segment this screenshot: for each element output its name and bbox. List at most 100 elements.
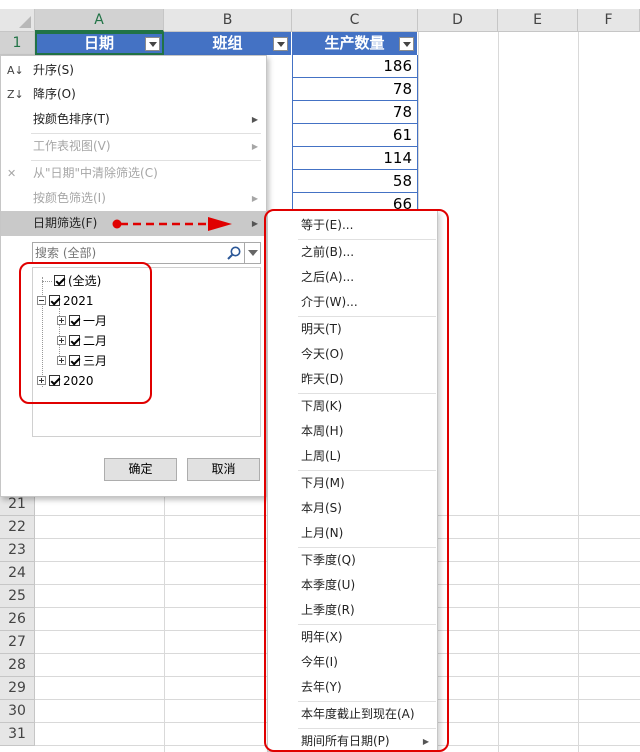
filter-search-box[interactable]: [32, 242, 261, 264]
row-header[interactable]: 28: [0, 654, 35, 677]
collapse-icon[interactable]: [37, 296, 46, 305]
date-filter-option[interactable]: 下季度(Q): [268, 548, 437, 573]
tree-item-jan[interactable]: 一月: [57, 311, 107, 331]
sort-descending-icon: Z↓: [7, 88, 24, 101]
checkbox-checked-icon[interactable]: [49, 375, 60, 386]
date-filter-option-label: 期间所有日期(P): [301, 734, 390, 748]
expand-icon[interactable]: [57, 356, 66, 365]
date-filter-option[interactable]: 上季度(R): [268, 598, 437, 623]
menu-date-filters[interactable]: 日期筛选(F) ▶: [1, 211, 266, 236]
header-cell-quantity[interactable]: 生产数量: [292, 32, 418, 55]
date-filter-option[interactable]: 本月(S): [268, 496, 437, 521]
date-filter-option-label: 之后(A)...: [301, 270, 355, 284]
quantity-cell[interactable]: 186: [292, 55, 418, 78]
column-header-c[interactable]: C: [292, 9, 418, 32]
quantity-cell[interactable]: 58: [292, 170, 418, 193]
date-filter-option-label: 介于(W)...: [301, 295, 358, 309]
checkbox-checked-icon[interactable]: [69, 355, 80, 366]
header-cell-team[interactable]: 班组: [164, 32, 292, 55]
autofilter-dropdown: A↓ 升序(S) Z↓ 降序(O) 按颜色排序(T) ▶ 工作表视图(V) ▶ …: [0, 55, 267, 497]
date-filter-option[interactable]: 上月(N): [268, 521, 437, 546]
filter-dropdown-button[interactable]: [273, 37, 288, 51]
search-mode-dropdown[interactable]: [244, 243, 260, 263]
menu-sort-by-color[interactable]: 按颜色排序(T) ▶: [1, 107, 266, 132]
date-filter-option[interactable]: 明天(T): [268, 317, 437, 342]
row-header-1[interactable]: 1: [0, 32, 35, 55]
header-cell-date[interactable]: 日期: [35, 32, 164, 55]
checkbox-checked-icon[interactable]: [69, 315, 80, 326]
row-header[interactable]: 25: [0, 585, 35, 608]
column-header-b[interactable]: B: [164, 9, 292, 32]
column-header-e[interactable]: E: [498, 9, 578, 32]
tree-item-feb[interactable]: 二月: [57, 331, 107, 351]
submenu-arrow-icon: ▶: [422, 737, 429, 746]
row-header[interactable]: 27: [0, 631, 35, 654]
date-filter-option[interactable]: 下周(K): [268, 394, 437, 419]
date-filter-option-label: 本周(H): [301, 424, 344, 438]
checkbox-checked-icon[interactable]: [54, 275, 65, 286]
date-filter-option[interactable]: 本周(H): [268, 419, 437, 444]
row-header[interactable]: 31: [0, 723, 35, 746]
tree-label: (全选): [68, 274, 102, 288]
filter-dropdown-button[interactable]: [399, 37, 414, 51]
row-header[interactable]: 30: [0, 700, 35, 723]
expand-icon[interactable]: [57, 336, 66, 345]
date-filter-option[interactable]: 期间所有日期(P) ▶: [268, 729, 437, 751]
quantity-cell[interactable]: 78: [292, 101, 418, 124]
date-filter-option[interactable]: 等于(E)...: [268, 213, 437, 238]
date-filter-option[interactable]: 明年(X): [268, 625, 437, 650]
column-header-a[interactable]: A: [35, 9, 164, 32]
date-filters-label: 日期筛选(F): [33, 216, 98, 230]
date-filter-option-label: 今年(I): [301, 655, 338, 669]
checkbox-checked-icon[interactable]: [69, 335, 80, 346]
date-filter-option[interactable]: 本年度截止到现在(A): [268, 702, 437, 727]
submenu-arrow-icon: ▶: [251, 219, 258, 228]
row-header[interactable]: 29: [0, 677, 35, 700]
date-filter-option[interactable]: 上周(L): [268, 444, 437, 469]
date-filter-option[interactable]: 下月(M): [268, 471, 437, 496]
tree-item-2021[interactable]: 2021: [37, 291, 94, 311]
quantity-cell[interactable]: 78: [292, 78, 418, 101]
expand-icon[interactable]: [57, 316, 66, 325]
select-all-corner[interactable]: [0, 9, 35, 32]
ok-button[interactable]: 确定: [104, 458, 177, 481]
tree-item-mar[interactable]: 三月: [57, 351, 107, 371]
menu-sort-ascending[interactable]: A↓ 升序(S): [1, 58, 266, 83]
row-header[interactable]: 24: [0, 562, 35, 585]
row-header[interactable]: 22: [0, 516, 35, 539]
tree-item-2020[interactable]: 2020: [37, 371, 94, 391]
gridline: [578, 32, 579, 752]
menu-sort-descending[interactable]: Z↓ 降序(O): [1, 82, 266, 107]
filter-search-input[interactable]: [33, 243, 228, 263]
filter-dropdown-button[interactable]: [145, 37, 160, 51]
header-team-label: 班组: [212, 34, 243, 52]
date-filter-option[interactable]: 之后(A)...: [268, 265, 437, 290]
sort-descending-label: 降序(O): [33, 87, 76, 101]
clear-filter-label: 从"日期"中清除筛选(C): [33, 166, 158, 180]
date-filter-option[interactable]: 本季度(U): [268, 573, 437, 598]
date-filter-option[interactable]: 去年(Y): [268, 675, 437, 700]
quantity-cell[interactable]: 61: [292, 124, 418, 147]
submenu-arrow-icon: ▶: [251, 142, 258, 151]
checkbox-checked-icon[interactable]: [49, 295, 60, 306]
row-header[interactable]: 26: [0, 608, 35, 631]
date-filter-option-label: 下季度(Q): [301, 553, 356, 567]
sort-ascending-label: 升序(S): [33, 63, 74, 77]
quantity-cell[interactable]: 114: [292, 147, 418, 170]
date-filter-option[interactable]: 介于(W)...: [268, 290, 437, 315]
date-filter-option-label: 下月(M): [301, 476, 345, 490]
column-header-d[interactable]: D: [418, 9, 498, 32]
expand-icon[interactable]: [37, 376, 46, 385]
date-filter-option-label: 下周(K): [301, 399, 343, 413]
tree-item-select-all[interactable]: (全选): [54, 271, 101, 291]
date-filter-option[interactable]: 昨天(D): [268, 367, 437, 392]
date-filter-option[interactable]: 今天(O): [268, 342, 437, 367]
date-filter-option[interactable]: 之前(B)...: [268, 240, 437, 265]
menu-clear-filter: ✕ 从"日期"中清除筛选(C): [1, 161, 266, 186]
date-filter-option[interactable]: 今年(I): [268, 650, 437, 675]
date-filter-option-label: 本年度截止到现在(A): [301, 707, 415, 721]
cancel-button[interactable]: 取消: [187, 458, 260, 481]
row-header[interactable]: 23: [0, 539, 35, 562]
column-header-f[interactable]: F: [578, 9, 640, 32]
date-filter-option-label: 昨天(D): [301, 372, 344, 386]
